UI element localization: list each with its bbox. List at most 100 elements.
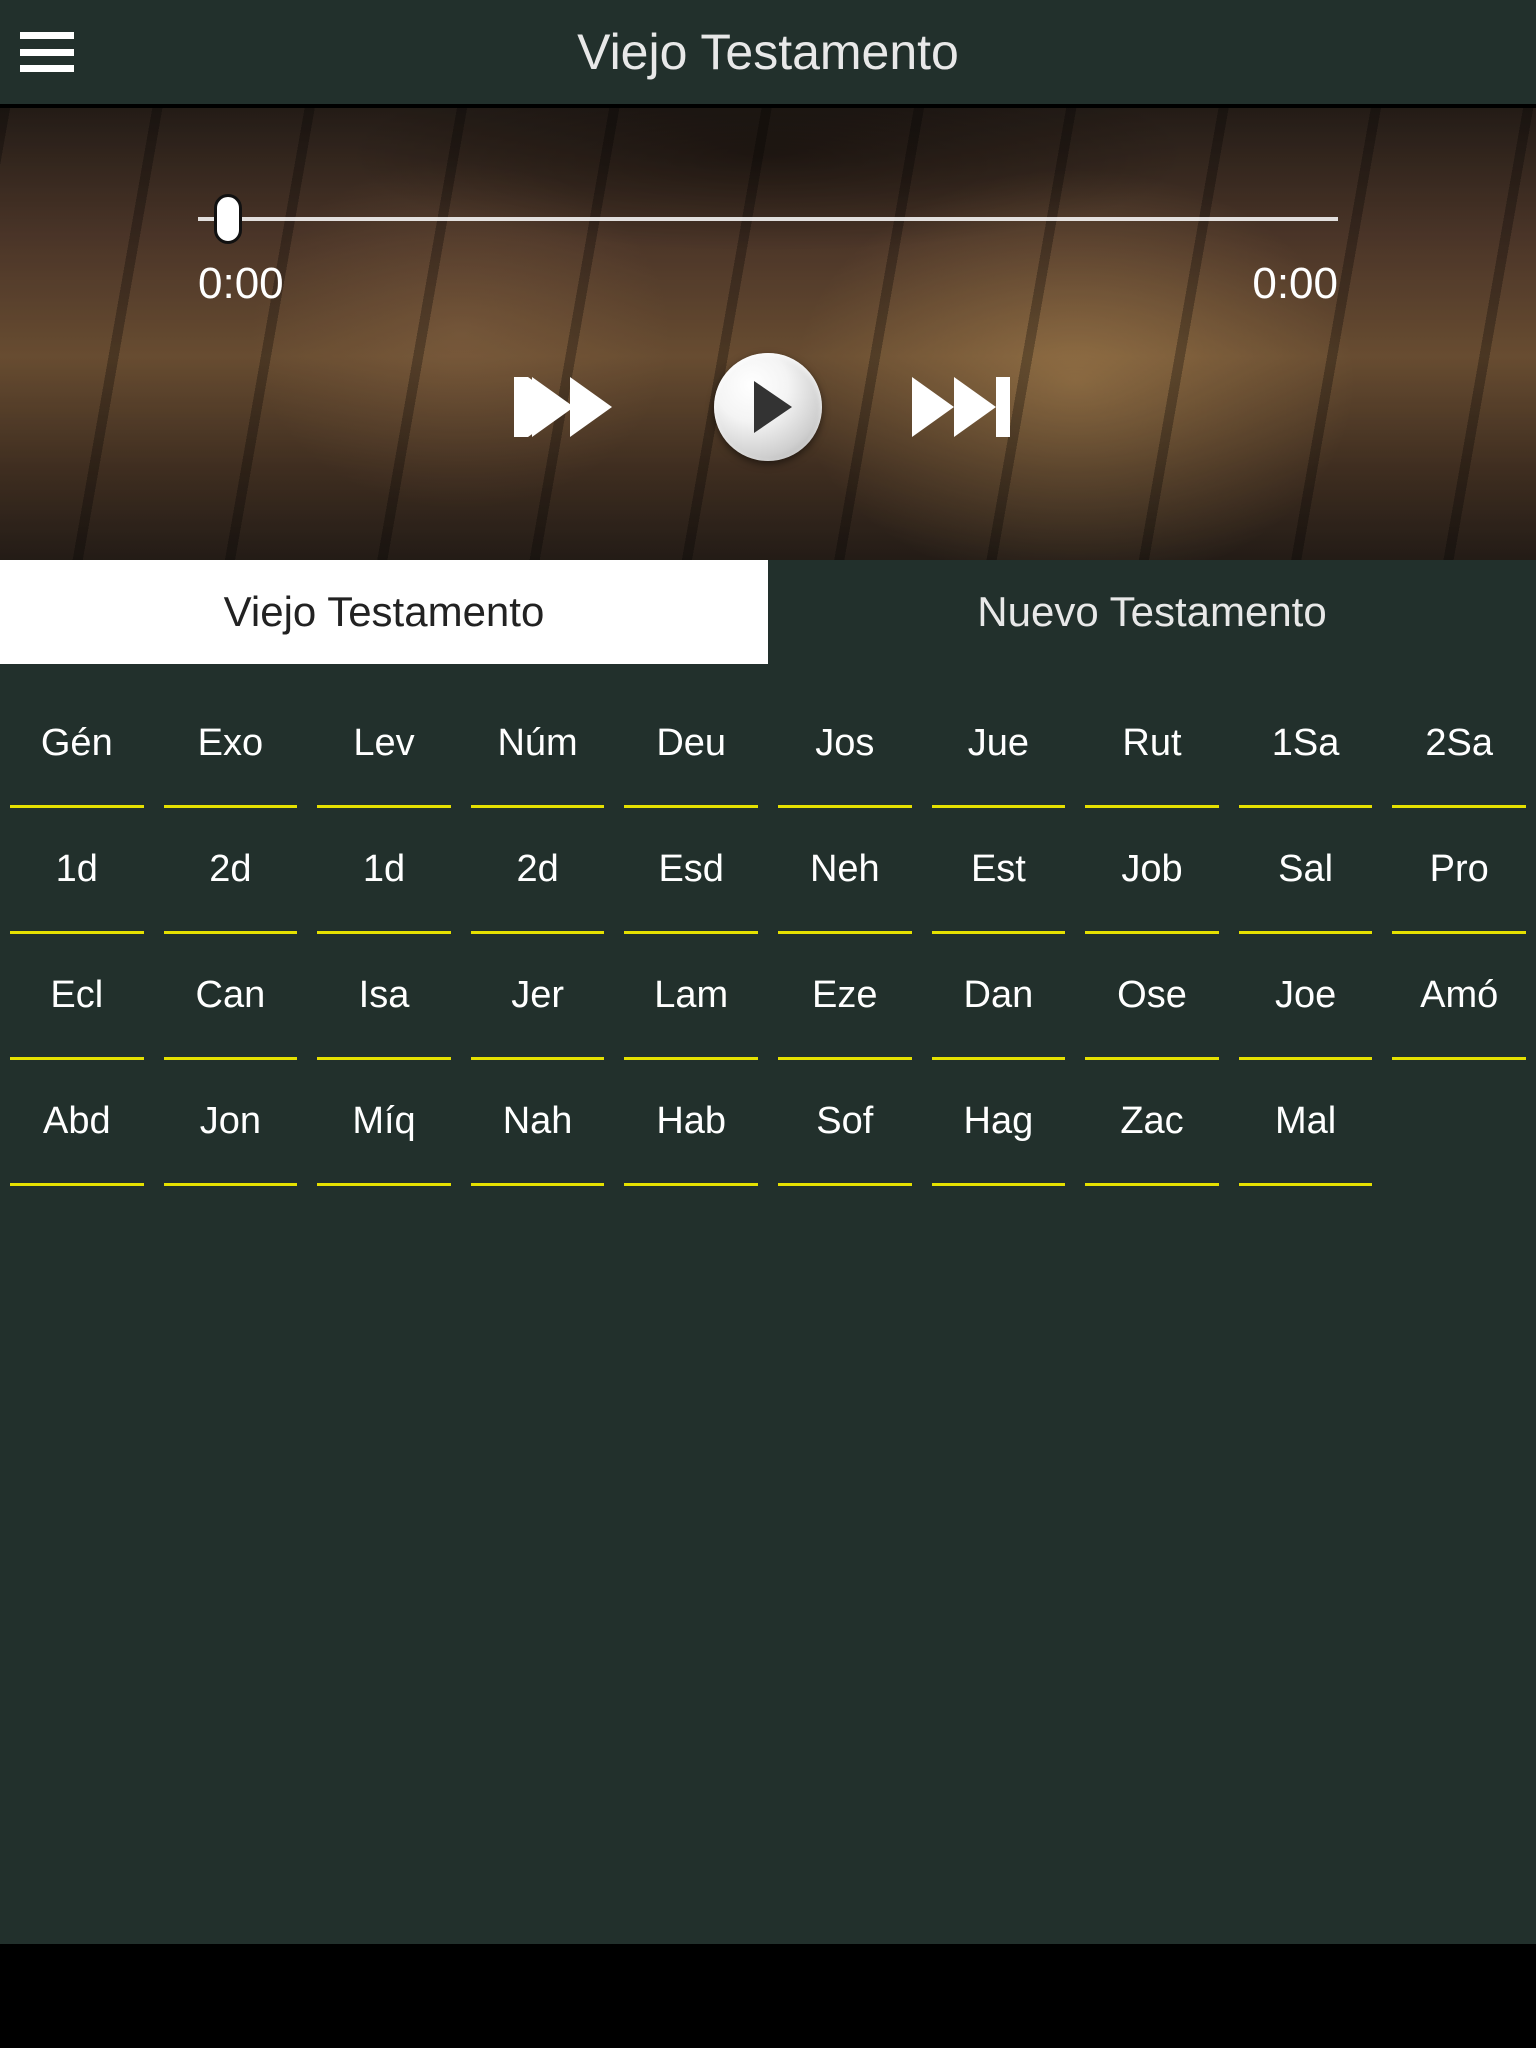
book-item[interactable]: Hab (614, 1060, 768, 1186)
book-item[interactable]: Hag (922, 1060, 1076, 1186)
book-label: Eze (778, 934, 912, 1060)
book-label: Amó (1392, 934, 1526, 1060)
app-header: Viejo Testamento (0, 0, 1536, 108)
book-item[interactable]: Gén (0, 682, 154, 808)
book-item[interactable]: Rut (1075, 682, 1229, 808)
book-label: Gén (10, 682, 144, 808)
book-item[interactable]: 2d (154, 808, 308, 934)
book-label: Hab (624, 1060, 758, 1186)
player-controls (514, 353, 1022, 461)
book-item[interactable]: Deu (614, 682, 768, 808)
book-item[interactable]: Eze (768, 934, 922, 1060)
progress-slider[interactable] (198, 217, 1338, 221)
book-label: Esd (624, 808, 758, 934)
book-label: Exo (164, 682, 298, 808)
total-time: 0:00 (1252, 259, 1338, 309)
book-item[interactable]: Jue (922, 682, 1076, 808)
book-label: 1Sa (1239, 682, 1373, 808)
menu-button[interactable] (20, 32, 74, 72)
book-label: Dan (932, 934, 1066, 1060)
book-label: Jon (164, 1060, 298, 1186)
book-item[interactable]: Lev (307, 682, 461, 808)
book-item[interactable]: 1d (0, 808, 154, 934)
book-label: Ecl (10, 934, 144, 1060)
book-label: Míq (317, 1060, 451, 1186)
testament-tabs: Viejo Testamento Nuevo Testamento (0, 560, 1536, 664)
book-item[interactable]: 1d (307, 808, 461, 934)
book-item[interactable]: Jos (768, 682, 922, 808)
book-item[interactable]: Núm (461, 682, 615, 808)
time-display: 0:00 0:00 (198, 259, 1338, 309)
book-label: 1d (10, 808, 144, 934)
books-grid: GénExoLevNúmDeuJosJueRut1Sa2Sa1d2d1d2dEs… (0, 682, 1536, 1186)
tab-old-testament[interactable]: Viejo Testamento (0, 560, 768, 664)
player-background-image (0, 108, 1536, 560)
book-label: Ose (1085, 934, 1219, 1060)
hamburger-icon (20, 49, 74, 56)
page-title: Viejo Testamento (0, 23, 1536, 81)
book-label: Núm (471, 682, 605, 808)
book-item[interactable]: 1Sa (1229, 682, 1383, 808)
book-item[interactable]: Ecl (0, 934, 154, 1060)
book-item[interactable]: Isa (307, 934, 461, 1060)
book-label: Job (1085, 808, 1219, 934)
next-button[interactable] (912, 372, 1022, 442)
hamburger-icon (20, 65, 74, 72)
book-item[interactable]: Pro (1382, 808, 1536, 934)
book-label: Jue (932, 682, 1066, 808)
book-label: Jos (778, 682, 912, 808)
book-item[interactable]: Míq (307, 1060, 461, 1186)
slider-track (198, 217, 1338, 221)
book-item[interactable]: Neh (768, 808, 922, 934)
previous-button[interactable] (514, 372, 624, 442)
books-panel: GénExoLevNúmDeuJosJueRut1Sa2Sa1d2d1d2dEs… (0, 664, 1536, 1944)
book-item[interactable]: 2Sa (1382, 682, 1536, 808)
book-label: Hag (932, 1060, 1066, 1186)
book-item[interactable]: Mal (1229, 1060, 1383, 1186)
book-item[interactable]: Abd (0, 1060, 154, 1186)
book-item[interactable]: Sof (768, 1060, 922, 1186)
book-label: Jer (471, 934, 605, 1060)
book-item[interactable]: Zac (1075, 1060, 1229, 1186)
book-item[interactable]: Lam (614, 934, 768, 1060)
elapsed-time: 0:00 (198, 259, 284, 309)
book-label: Deu (624, 682, 758, 808)
book-item[interactable]: Exo (154, 682, 308, 808)
book-item[interactable]: Amó (1382, 934, 1536, 1060)
book-item[interactable]: Dan (922, 934, 1076, 1060)
book-label: Lev (317, 682, 451, 808)
hamburger-icon (20, 32, 74, 39)
book-item[interactable]: Jer (461, 934, 615, 1060)
book-label: Nah (471, 1060, 605, 1186)
skip-previous-icon (514, 372, 624, 442)
book-item[interactable]: Est (922, 808, 1076, 934)
book-label: Pro (1392, 808, 1526, 934)
book-label: 2Sa (1392, 682, 1526, 808)
book-label: 1d (317, 808, 451, 934)
book-label: Neh (778, 808, 912, 934)
book-label: Abd (10, 1060, 144, 1186)
book-item[interactable]: 2d (461, 808, 615, 934)
book-item[interactable]: Esd (614, 808, 768, 934)
audio-player: 0:00 0:00 (0, 108, 1536, 560)
book-label: Joe (1239, 934, 1373, 1060)
book-item[interactable]: Ose (1075, 934, 1229, 1060)
book-label: Est (932, 808, 1066, 934)
tab-new-testament[interactable]: Nuevo Testamento (768, 560, 1536, 664)
book-label: 2d (164, 808, 298, 934)
book-label: 2d (471, 808, 605, 934)
book-item[interactable]: Can (154, 934, 308, 1060)
play-button[interactable] (714, 353, 822, 461)
book-item[interactable]: Job (1075, 808, 1229, 934)
book-label: Mal (1239, 1060, 1373, 1186)
book-label: Isa (317, 934, 451, 1060)
skip-next-icon (912, 372, 1022, 442)
book-label: Lam (624, 934, 758, 1060)
book-label: Rut (1085, 682, 1219, 808)
book-item[interactable]: Sal (1229, 808, 1383, 934)
footer-spacer (0, 1944, 1536, 2048)
book-item[interactable]: Nah (461, 1060, 615, 1186)
slider-thumb[interactable] (214, 194, 242, 244)
book-item[interactable]: Joe (1229, 934, 1383, 1060)
book-item[interactable]: Jon (154, 1060, 308, 1186)
